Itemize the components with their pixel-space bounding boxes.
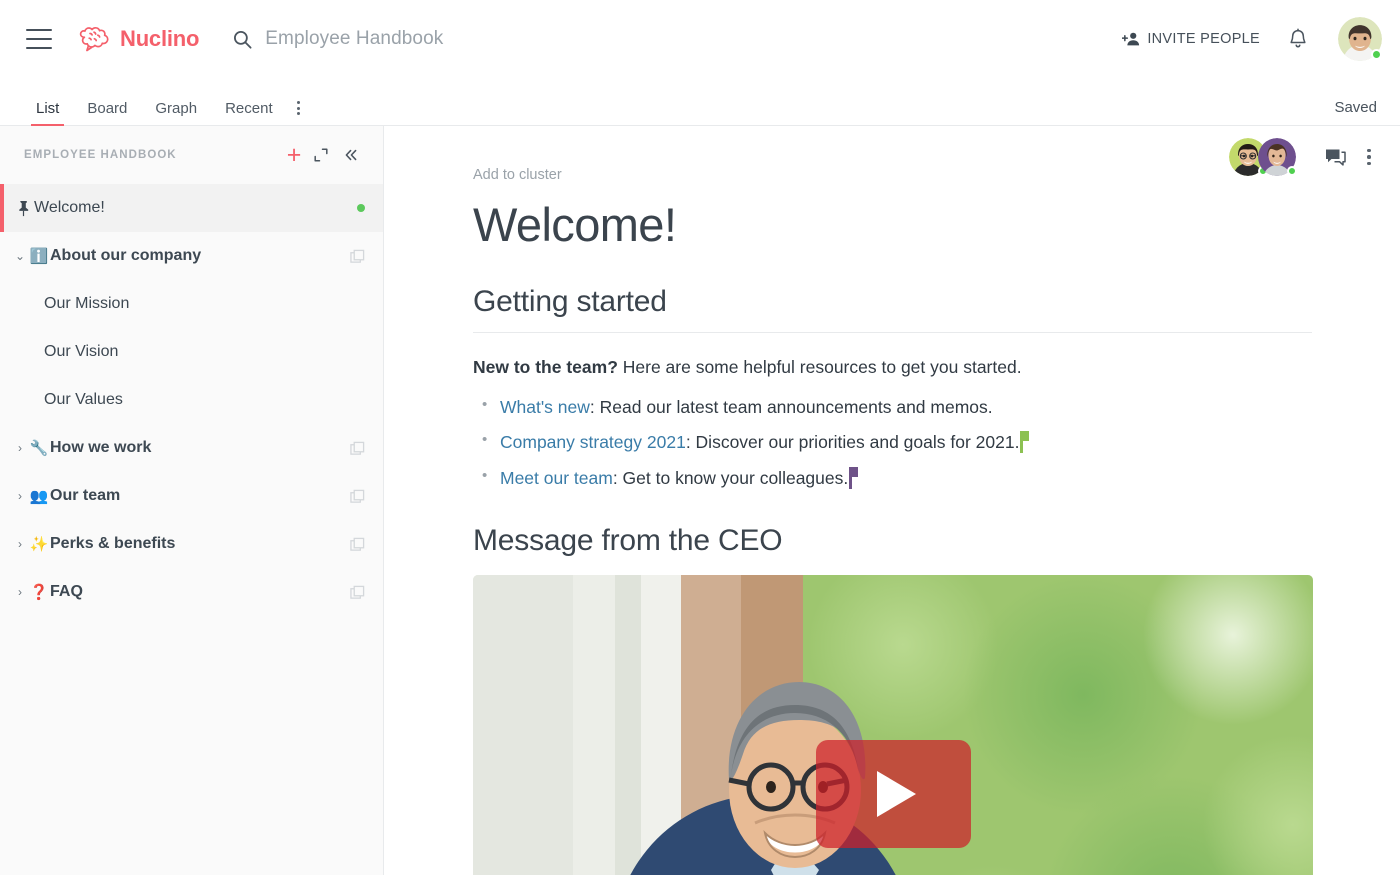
search-input[interactable]: Employee Handbook xyxy=(233,28,1122,50)
chevron-right-icon[interactable]: › xyxy=(12,442,28,454)
list-item[interactable]: Meet our team: Get to know your colleagu… xyxy=(482,466,1312,490)
online-status-dot xyxy=(1287,166,1297,176)
link-company-strategy[interactable]: Company strategy 2021 xyxy=(500,432,686,452)
sidebar-item-our-mission[interactable]: Our Mission xyxy=(0,280,383,328)
top-bar: Nuclino Employee Handbook INVITE PEOPLE xyxy=(0,0,1400,78)
play-triangle-icon xyxy=(877,770,916,817)
list-item-text: : Read our latest team announcements and… xyxy=(589,397,993,418)
collaborator-avatars xyxy=(1229,138,1297,176)
sidebar-item-our-team[interactable]: › 👥 Our team xyxy=(0,472,383,520)
search-icon xyxy=(234,30,252,49)
sidebar-workspace-title: EMPLOYEE HANDBOOK xyxy=(24,149,177,161)
chevron-right-icon[interactable]: › xyxy=(12,490,28,502)
page-title[interactable]: Welcome! xyxy=(473,199,1312,251)
document-menu-button[interactable] xyxy=(1352,140,1386,174)
sidebar-item-faq[interactable]: › ❓ FAQ xyxy=(0,568,383,616)
people-emoji-icon: 👥 xyxy=(29,488,49,505)
sidebar-item-label: Perks & benefits xyxy=(50,535,176,552)
sidebar: EMPLOYEE HANDBOOK + Welcome! ⌄ ℹ️ About … xyxy=(0,126,384,875)
invite-people-label: INVITE PEOPLE xyxy=(1147,31,1260,47)
comments-button[interactable] xyxy=(1318,140,1352,174)
bell-icon[interactable] xyxy=(1288,28,1308,50)
nuclino-app-window: Nuclino Employee Handbook INVITE PEOPLE xyxy=(0,0,1400,875)
sidebar-item-our-vision[interactable]: Our Vision xyxy=(0,328,383,376)
chevron-right-icon[interactable]: › xyxy=(12,586,28,598)
stacked-pages-icon[interactable] xyxy=(350,249,365,264)
tab-graph[interactable]: Graph xyxy=(141,101,211,125)
intro-rest-text: Here are some helpful resources to get y… xyxy=(617,356,1022,377)
add-item-button[interactable]: + xyxy=(282,142,306,168)
intro-paragraph[interactable]: New to the team? Here are some helpful r… xyxy=(473,355,1312,380)
stacked-pages-icon[interactable] xyxy=(350,585,365,600)
sidebar-item-label: Our Values xyxy=(44,391,123,408)
document-pane: Add to cluster Welcome! Getting started … xyxy=(384,126,1400,875)
expand-arrows-icon xyxy=(314,148,328,162)
sidebar-item-about-our-company[interactable]: ⌄ ℹ️ About our company xyxy=(0,232,383,280)
list-item-text: : Get to know your colleagues. xyxy=(612,467,849,488)
sidebar-item-our-values[interactable]: Our Values xyxy=(0,376,383,424)
heading-message-from-ceo[interactable]: Message from the CEO xyxy=(473,524,1312,558)
tab-recent[interactable]: Recent xyxy=(211,101,287,125)
view-tab-bar: List Board Graph Recent Saved xyxy=(0,78,1400,126)
add-to-cluster-button[interactable]: Add to cluster xyxy=(473,167,562,183)
document-body: Add to cluster Welcome! Getting started … xyxy=(384,126,1400,875)
tab-list[interactable]: List xyxy=(22,101,73,126)
sidebar-item-label: About our company xyxy=(50,247,202,264)
list-item-text: : Discover our priorities and goals for … xyxy=(685,432,1020,453)
chevron-right-icon[interactable]: › xyxy=(12,538,28,550)
user-avatar[interactable] xyxy=(1338,17,1382,61)
list-item[interactable]: Company strategy 2021: Discover our prio… xyxy=(482,430,1312,454)
collaborator-cursor-green xyxy=(1020,431,1030,454)
view-tabs: List Board Graph Recent xyxy=(22,78,310,126)
sidebar-item-label: Our Vision xyxy=(44,343,119,360)
speech-bubble-icon xyxy=(1325,149,1346,166)
wrench-emoji-icon: 🔧 xyxy=(29,440,49,457)
sidebar-item-welcome[interactable]: Welcome! xyxy=(0,184,383,232)
chevron-down-icon[interactable]: ⌄ xyxy=(12,250,28,262)
expand-button[interactable] xyxy=(306,146,336,164)
brain-speech-bubble-icon xyxy=(79,26,109,52)
kebab-menu-icon xyxy=(1367,148,1371,166)
tab-board[interactable]: Board xyxy=(73,101,141,125)
collapse-sidebar-button[interactable] xyxy=(336,146,366,164)
stacked-pages-icon[interactable] xyxy=(350,441,365,456)
link-meet-our-team[interactable]: Meet our team xyxy=(500,468,613,488)
heading-getting-started[interactable]: Getting started xyxy=(473,285,1312,333)
sidebar-item-perks-and-benefits[interactable]: › ✨ Perks & benefits xyxy=(0,520,383,568)
question-mark-emoji-icon: ❓ xyxy=(29,584,49,601)
sidebar-item-label: How we work xyxy=(50,439,152,456)
collaborator-avatar-2[interactable] xyxy=(1258,138,1297,176)
unread-dot xyxy=(357,204,365,212)
invite-people-button[interactable]: INVITE PEOPLE xyxy=(1122,31,1260,47)
sidebar-item-label: Our Mission xyxy=(44,295,130,312)
sidebar-item-label: Welcome! xyxy=(34,199,105,216)
list-item[interactable]: What's new: Read our latest team announc… xyxy=(482,395,1312,419)
save-status: Saved xyxy=(1334,99,1377,116)
stacked-pages-icon[interactable] xyxy=(350,489,365,504)
youtube-play-button[interactable] xyxy=(816,739,971,848)
ceo-video-embed[interactable] xyxy=(473,574,1313,875)
hamburger-menu-icon[interactable] xyxy=(26,29,52,49)
sidebar-header: EMPLOYEE HANDBOOK + xyxy=(0,126,383,184)
getting-started-list: What's new: Read our latest team announc… xyxy=(473,395,1312,490)
pin-icon xyxy=(12,200,34,217)
double-chevron-left-icon xyxy=(345,149,357,161)
online-status-dot xyxy=(1371,49,1382,60)
tab-more-menu-icon[interactable] xyxy=(287,101,310,125)
document-toolbar xyxy=(1229,138,1386,176)
stacked-pages-icon[interactable] xyxy=(350,537,365,552)
add-person-icon xyxy=(1122,32,1140,46)
search-value: Employee Handbook xyxy=(265,28,444,49)
sidebar-item-how-we-work[interactable]: › 🔧 How we work xyxy=(0,424,383,472)
sidebar-item-label: Our team xyxy=(50,487,121,504)
sidebar-item-label: FAQ xyxy=(50,583,83,600)
collaborator-cursor-purple xyxy=(849,466,859,489)
nuclino-logo[interactable]: Nuclino xyxy=(79,25,199,53)
sparkles-emoji-icon: ✨ xyxy=(29,536,49,553)
link-whats-new[interactable]: What's new xyxy=(500,397,590,417)
info-emoji-icon: ℹ️ xyxy=(29,248,49,265)
intro-bold-text: New to the team? xyxy=(473,356,618,377)
logo-text: Nuclino xyxy=(120,26,200,51)
